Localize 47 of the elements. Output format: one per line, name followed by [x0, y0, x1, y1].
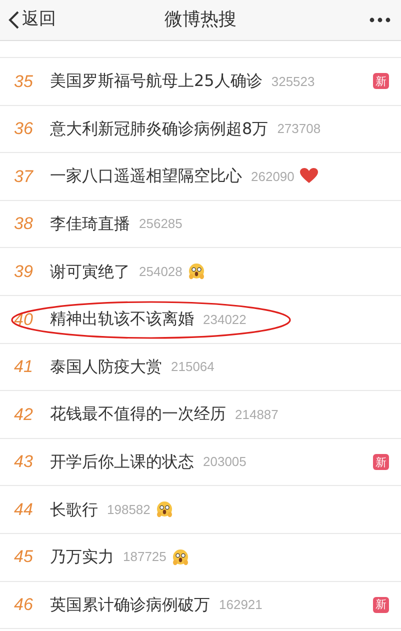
back-chevron-icon[interactable]: [8, 10, 20, 30]
heart-icon: [300, 168, 318, 184]
rank-number: 40: [13, 308, 34, 331]
topic-link[interactable]: 泰国人防疫大赏: [50, 354, 162, 379]
topic-link[interactable]: 美国罗斯福号航母上25人确诊: [50, 69, 262, 94]
topic-link[interactable]: 一家八口遥遥相望隔空比心: [50, 164, 242, 188]
new-tag: 新: [373, 596, 389, 613]
topic-link[interactable]: 意大利新冠肺炎确诊病例超8万: [50, 116, 268, 141]
rank-number: 45: [13, 546, 34, 568]
rank-number: 35: [13, 70, 34, 93]
rank-number: 43: [13, 451, 34, 474]
rank-number: 38: [13, 213, 34, 236]
search-count: 203005: [203, 453, 246, 472]
search-count: 214887: [235, 406, 278, 424]
new-tag: 新: [373, 73, 389, 90]
new-tag: 新: [373, 454, 389, 470]
more-icon[interactable]: [369, 17, 391, 23]
search-count: 325523: [271, 72, 315, 91]
search-count: 273708: [277, 120, 321, 138]
scared-emoji-icon: [188, 263, 206, 280]
search-count: 187725: [123, 548, 166, 566]
search-count: 234022: [203, 310, 246, 329]
rank-number: 44: [13, 498, 34, 521]
search-count: 254028: [139, 262, 182, 281]
rank-number: 36: [13, 118, 34, 140]
search-count: 198582: [107, 500, 150, 519]
search-count: 162921: [219, 596, 262, 614]
topic-link[interactable]: 谢可寅绝了: [50, 260, 130, 284]
topic-link[interactable]: 花钱最不值得的一次经历: [50, 402, 226, 426]
topic-link[interactable]: 乃万实力: [50, 545, 114, 570]
search-count: 256285: [139, 215, 182, 234]
search-count: 262090: [251, 168, 294, 186]
rank-number: 42: [13, 404, 34, 426]
page-title: 微博热搜: [164, 9, 236, 30]
topic-link[interactable]: 英国累计确诊病例破万: [50, 592, 210, 617]
rank-number: 39: [13, 260, 34, 283]
topic-link[interactable]: 开学后你上课的状态: [50, 450, 194, 474]
back-button[interactable]: 返回: [0, 0, 56, 40]
topic-link[interactable]: 长歌行: [50, 498, 98, 522]
rank-number: 41: [13, 356, 34, 378]
scared-emoji-icon: [172, 548, 190, 566]
rank-number: 37: [13, 166, 34, 188]
scared-emoji-icon: [156, 501, 174, 518]
search-count: 215064: [171, 358, 214, 376]
rank-number: 46: [13, 594, 34, 616]
topic-link[interactable]: 精神出轨该不该离婚: [50, 307, 194, 332]
topic-link[interactable]: 李佳琦直播: [50, 212, 130, 236]
